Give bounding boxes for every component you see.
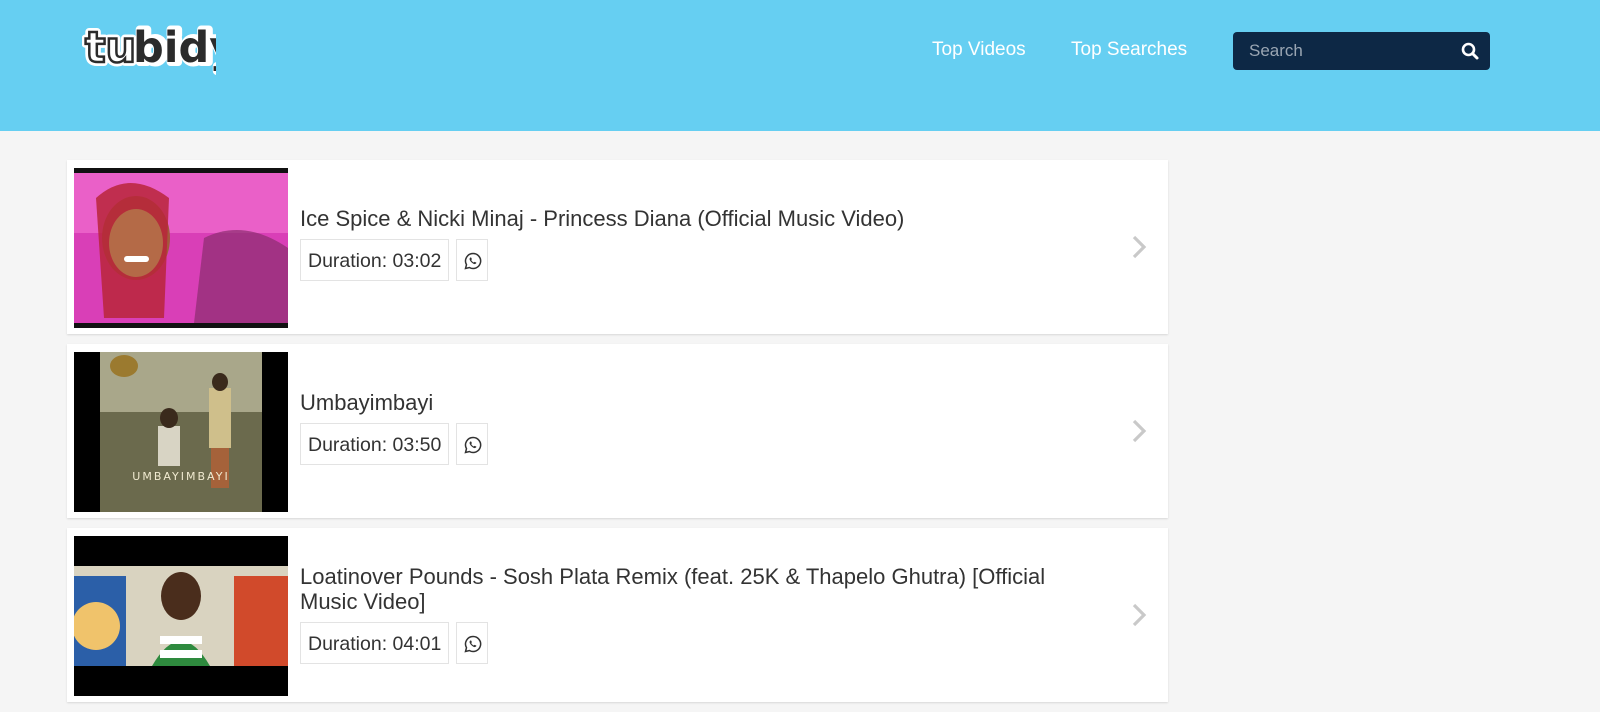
- video-thumbnail[interactable]: [74, 168, 288, 328]
- result-meta: Duration: 03:02: [300, 239, 1100, 283]
- site-header: tubidy tu bidy Top Videos Top Searches: [0, 0, 1600, 131]
- duration-label: Duration: 03:02: [300, 239, 450, 281]
- video-thumbnail[interactable]: UMBAYIMBAYI: [74, 352, 288, 512]
- whatsapp-share-button[interactable]: [456, 622, 488, 664]
- result-info: Umbayimbayi Duration: 03:50: [300, 390, 1100, 467]
- video-thumbnail[interactable]: [74, 536, 288, 696]
- video-title[interactable]: Loatinover Pounds - Sosh Plata Remix (fe…: [300, 564, 1100, 614]
- result-meta: Duration: 04:01: [300, 622, 1100, 666]
- result-card[interactable]: Loatinover Pounds - Sosh Plata Remix (fe…: [67, 528, 1168, 702]
- duration-label: Duration: 04:01: [300, 622, 450, 664]
- thumbnail-image-1: [74, 168, 288, 328]
- chevron-right-icon[interactable]: [1129, 233, 1149, 261]
- svg-text:tu: tu: [85, 23, 136, 73]
- search-box: [1233, 32, 1490, 70]
- nav-top-searches[interactable]: Top Searches: [1071, 38, 1187, 62]
- results-list: Ice Spice & Nicki Minaj - Princess Diana…: [67, 160, 1168, 712]
- whatsapp-share-button[interactable]: [456, 423, 488, 465]
- thumbnail-image-3: [74, 536, 288, 696]
- whatsapp-icon: [464, 635, 482, 653]
- video-title[interactable]: Umbayimbayi: [300, 390, 1100, 415]
- result-meta: Duration: 03:50: [300, 423, 1100, 467]
- result-info: Ice Spice & Nicki Minaj - Princess Diana…: [300, 206, 1100, 283]
- search-input[interactable]: [1233, 32, 1443, 70]
- whatsapp-icon: [464, 252, 482, 270]
- nav-top-videos[interactable]: Top Videos: [932, 38, 1026, 62]
- result-info: Loatinover Pounds - Sosh Plata Remix (fe…: [300, 564, 1100, 666]
- thumbnail-image-2: UMBAYIMBAYI: [74, 352, 288, 512]
- result-card[interactable]: UMBAYIMBAYI Umbayimbayi Duration: 03:50: [67, 344, 1168, 518]
- duration-label: Duration: 03:50: [300, 423, 450, 465]
- svg-text:bidy: bidy: [133, 23, 216, 73]
- video-title[interactable]: Ice Spice & Nicki Minaj - Princess Diana…: [300, 206, 1100, 231]
- thumbnail-overlay-text: UMBAYIMBAYI: [132, 470, 229, 483]
- whatsapp-share-button[interactable]: [456, 239, 488, 281]
- whatsapp-icon: [464, 436, 482, 454]
- result-card[interactable]: Ice Spice & Nicki Minaj - Princess Diana…: [67, 160, 1168, 334]
- search-icon[interactable]: [1460, 41, 1480, 61]
- chevron-right-icon[interactable]: [1129, 417, 1149, 445]
- tubidy-logo[interactable]: tubidy tu bidy: [82, 14, 216, 78]
- chevron-right-icon[interactable]: [1129, 601, 1149, 629]
